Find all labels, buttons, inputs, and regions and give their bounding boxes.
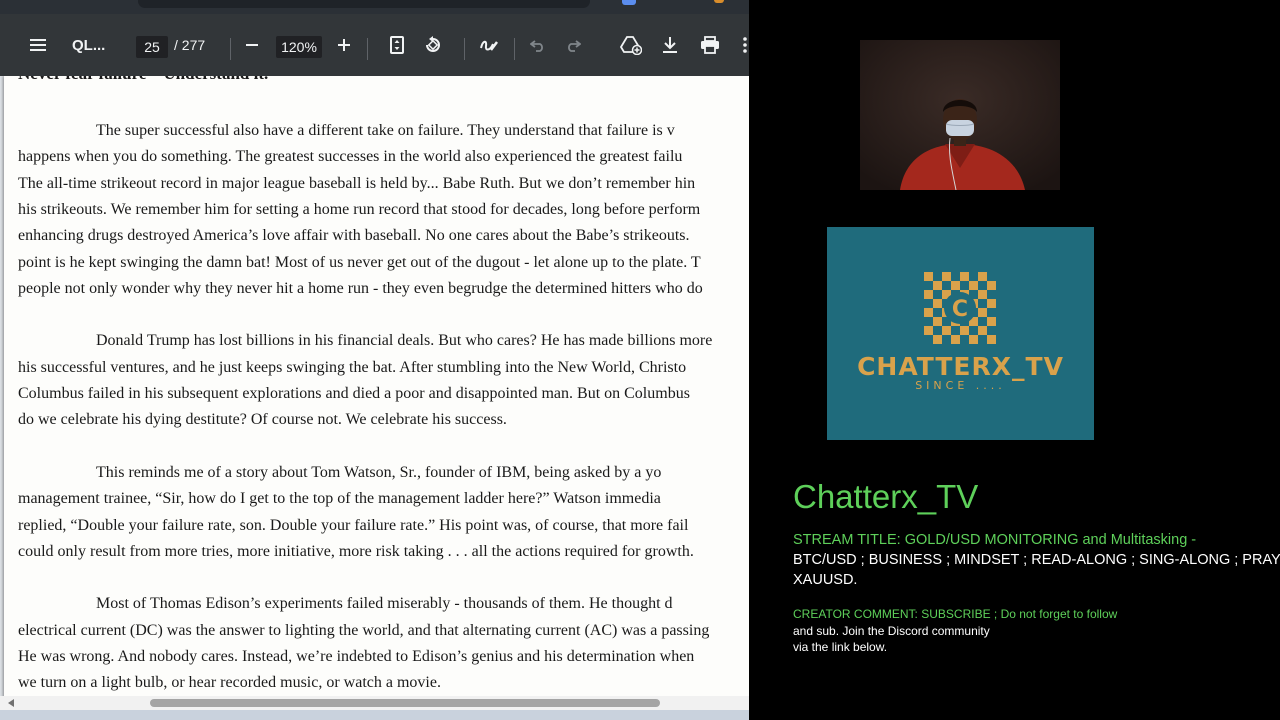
toolbar-divider xyxy=(464,38,465,60)
checker-square xyxy=(933,335,942,344)
pdf-text-line: point is he kept swinging the damn bat! … xyxy=(18,253,701,271)
checker-square xyxy=(951,335,960,344)
toolbar-divider xyxy=(514,38,515,60)
address-bar-edge[interactable] xyxy=(138,0,590,8)
section-heading: Never fear failure – Understand it. xyxy=(18,76,268,84)
checker-square xyxy=(933,299,942,308)
page-number-input[interactable] xyxy=(136,36,168,58)
browser-top-strip xyxy=(0,0,749,14)
print-icon[interactable] xyxy=(698,14,722,76)
taskbar-edge xyxy=(0,710,749,720)
fit-page-icon[interactable] xyxy=(386,14,408,76)
pdf-text-line: people not only wonder why they never hi… xyxy=(18,279,703,297)
stream-title-line: XAUUSD. xyxy=(793,572,858,588)
creator-comment-line: and sub. Join the Discord community xyxy=(793,623,990,638)
pdf-viewer: QL... / 277 xyxy=(0,0,749,720)
pdf-text-line: Most of Thomas Edison’s experiments fail… xyxy=(96,595,673,613)
pdf-toolbar: QL... / 277 xyxy=(0,14,749,76)
pdf-text-line: could only result from more tries, more … xyxy=(18,542,694,560)
stream-title: STREAM TITLE: GOLD/USD MONITORING and Mu… xyxy=(793,530,1280,590)
zoom-in-icon[interactable] xyxy=(334,14,354,76)
horizontal-scrollbar[interactable] xyxy=(0,696,749,710)
pdf-text-line: replied, “Double your failure rate, son.… xyxy=(18,516,689,534)
pdf-text-line: This reminds me of a story about Tom Wat… xyxy=(96,463,662,481)
logo-since: SINCE .... xyxy=(915,379,1006,392)
scrollbar-thumb[interactable] xyxy=(150,699,660,707)
page-total: / 277 xyxy=(174,37,206,53)
logo-wordmark: CHATTERX_TV xyxy=(857,352,1064,381)
pdf-text-line: enhancing drugs destroyed America’s love… xyxy=(18,227,690,245)
document-title: QL... xyxy=(72,36,106,54)
pdf-text-line: we turn on a light bulb, or hear recorde… xyxy=(18,674,441,692)
profile-icon[interactable] xyxy=(714,0,724,3)
pdf-text-line: He was wrong. And nobody cares. Instead,… xyxy=(18,648,695,665)
stream-overlay: C CHATTERX_TV SINCE .... Chatterx_TV STR… xyxy=(749,0,1280,720)
stream-title-label: STREAM TITLE: GOLD/USD MONITORING and Mu… xyxy=(793,532,1197,548)
menu-icon[interactable] xyxy=(26,14,50,76)
checker-square xyxy=(987,317,996,326)
download-icon[interactable] xyxy=(659,14,681,76)
channel-logo: C CHATTERX_TV SINCE .... xyxy=(827,227,1094,440)
checker-square xyxy=(960,326,969,335)
extension-icon[interactable] xyxy=(622,0,636,5)
checker-square xyxy=(951,281,960,290)
checker-square xyxy=(987,299,996,308)
redo-icon[interactable] xyxy=(562,14,584,76)
pdf-text-line: his strikeouts. We remember him for sett… xyxy=(18,200,701,218)
undo-icon[interactable] xyxy=(527,14,549,76)
checker-square xyxy=(960,272,969,281)
pdf-text-line: The all-time strikeout record in major l… xyxy=(18,174,696,192)
checker-square xyxy=(987,335,996,344)
checker-square xyxy=(978,326,987,335)
checker-square xyxy=(978,308,987,317)
checker-square xyxy=(942,272,951,281)
pdf-text-line: his successful ventures, and he just kee… xyxy=(18,358,687,376)
checker-square xyxy=(987,281,996,290)
rotate-icon[interactable] xyxy=(421,14,445,76)
checker-square xyxy=(978,272,987,281)
draw-icon[interactable] xyxy=(477,14,501,76)
pdf-text-line: management trainee, “Sir, how do I get t… xyxy=(18,490,661,508)
pdf-page: Never fear failure – Understand it. The … xyxy=(4,76,749,696)
toolbar-divider xyxy=(230,38,231,60)
creator-comment-label: CREATOR COMMENT: SUBSCRIBE ; Do not forg… xyxy=(793,607,1118,621)
more-icon[interactable] xyxy=(740,14,749,76)
pdf-text-line: Columbus failed in his subsequent explor… xyxy=(18,385,690,402)
stream-title-line: BTC/USD ; BUSINESS ; MINDSET ; READ-ALON… xyxy=(793,552,1280,568)
pdf-text-line: electrical current (DC) was the answer t… xyxy=(18,621,710,639)
logo-letter: C xyxy=(952,297,968,322)
checker-square xyxy=(933,317,942,326)
webcam-feed xyxy=(860,40,1060,190)
pdf-page-area[interactable]: Never fear failure – Understand it. The … xyxy=(0,76,749,696)
checkered-badge-icon: C xyxy=(924,272,996,344)
pdf-text-line: The super successful also have a differe… xyxy=(96,122,675,139)
pdf-text-line: happens when you do something. The great… xyxy=(18,148,683,166)
checker-square xyxy=(978,290,987,299)
pdf-text-line: do we celebrate his dying destitute? Of … xyxy=(18,411,507,429)
zoom-level-input[interactable] xyxy=(276,36,322,58)
creator-comment: CREATOR COMMENT: SUBSCRIBE ; Do not forg… xyxy=(793,606,1280,656)
checker-square xyxy=(942,326,951,335)
checker-square xyxy=(933,281,942,290)
add-to-drive-icon[interactable] xyxy=(618,14,644,76)
creator-comment-line: via the link below. xyxy=(793,640,888,654)
checker-square xyxy=(924,272,933,281)
checker-square xyxy=(969,335,978,344)
pdf-text-line: Donald Trump has lost billions in his fi… xyxy=(96,332,713,350)
checker-square xyxy=(924,290,933,299)
checker-square xyxy=(924,326,933,335)
checker-square xyxy=(924,308,933,317)
checker-square xyxy=(969,281,978,290)
channel-name: Chatterx_TV xyxy=(793,478,979,515)
scroll-left-icon[interactable] xyxy=(8,699,14,707)
zoom-out-icon[interactable] xyxy=(242,14,262,76)
toolbar-divider xyxy=(367,38,368,60)
